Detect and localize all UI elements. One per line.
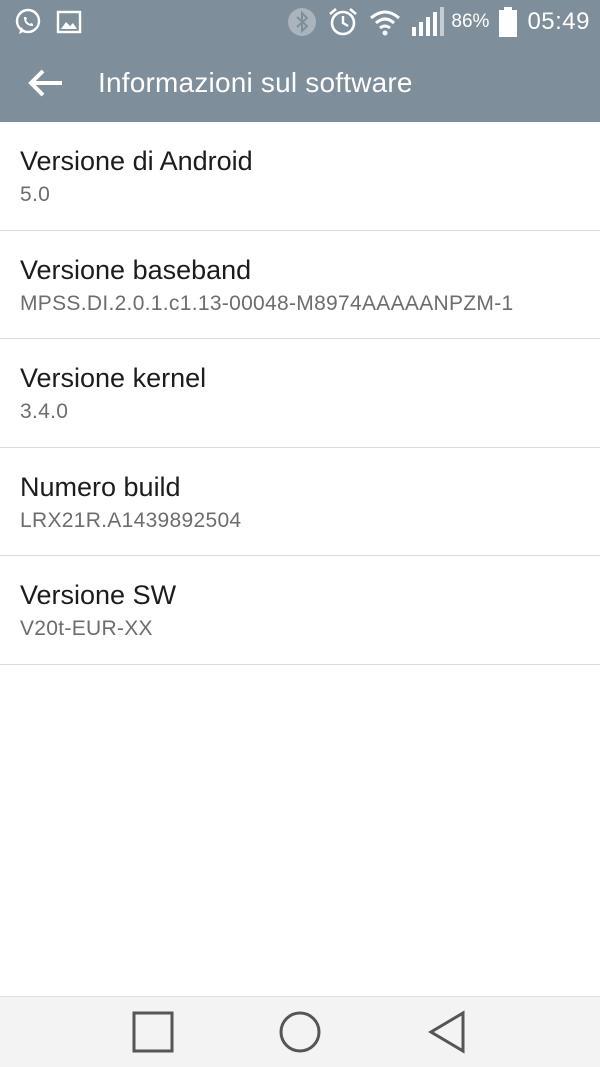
- list-item-kernel-version[interactable]: Versione kernel 3.4.0: [0, 339, 600, 448]
- whatsapp-icon: [14, 8, 42, 36]
- clock: 05:49: [527, 8, 590, 35]
- battery-percent: 86%: [451, 11, 490, 32]
- item-title: Versione SW: [20, 580, 177, 610]
- list-item-baseband-version[interactable]: Versione baseband MPSS.DI.2.0.1.c1.13-00…: [0, 231, 600, 339]
- page-title: Informazioni sul software: [98, 67, 413, 98]
- signal-icon: [411, 7, 445, 37]
- bluetooth-icon: [287, 7, 317, 37]
- home-icon: [279, 1011, 321, 1053]
- gallery-icon: [56, 10, 82, 34]
- list-item-android-version[interactable]: Versione di Android 5.0: [0, 122, 600, 231]
- navigation-bar: [0, 996, 600, 1067]
- back-button[interactable]: [0, 44, 90, 122]
- battery-icon: [499, 7, 518, 37]
- item-value: 5.0: [20, 183, 51, 206]
- item-value: 3.4.0: [20, 400, 69, 423]
- item-value: LRX21R.A1439892504: [20, 508, 242, 532]
- app-bar: Informazioni sul software: [0, 44, 600, 122]
- status-bar-right: 86% 05:49: [277, 6, 590, 38]
- back-arrow-icon: [28, 69, 62, 97]
- status-bar-left: [14, 8, 96, 36]
- alarm-icon: [327, 6, 359, 38]
- item-value: V20t-EUR-XX: [20, 617, 153, 640]
- recents-icon: [132, 1011, 174, 1053]
- item-title: Versione baseband: [20, 254, 252, 285]
- list-item-sw-version[interactable]: Versione SW V20t-EUR-XX: [0, 556, 600, 665]
- screen: 86% 05:49 Informazioni sul software Vers…: [0, 0, 600, 1067]
- recents-button[interactable]: [123, 1002, 183, 1062]
- home-button[interactable]: [270, 1002, 330, 1062]
- status-bar: 86% 05:49: [0, 0, 600, 44]
- item-title: Numero build: [20, 471, 181, 502]
- back-icon: [427, 1010, 465, 1054]
- settings-list: Versione di Android 5.0 Versione baseban…: [0, 122, 600, 665]
- wifi-icon: [369, 8, 401, 36]
- item-title: Versione kernel: [20, 363, 207, 393]
- back-nav-button[interactable]: [417, 1002, 477, 1062]
- list-item-build-number[interactable]: Numero build LRX21R.A1439892504: [0, 448, 600, 556]
- item-value: MPSS.DI.2.0.1.c1.13-00048-M8974AAAAANPZM…: [20, 291, 514, 315]
- item-title: Versione di Android: [20, 146, 253, 176]
